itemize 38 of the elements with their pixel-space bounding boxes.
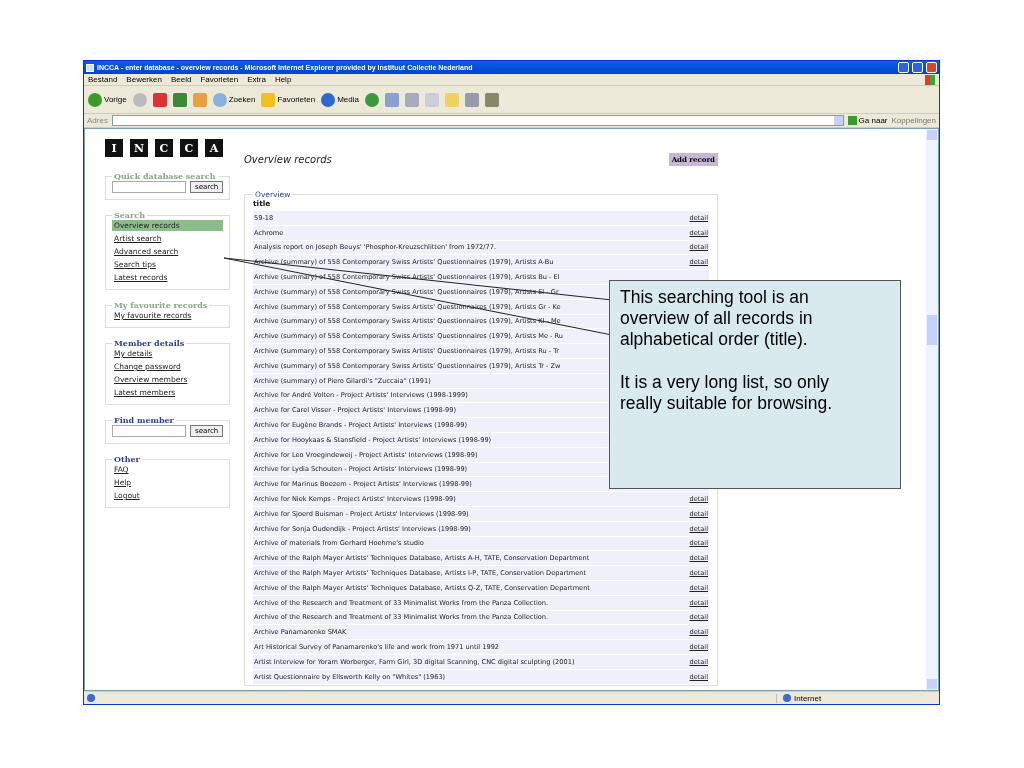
menu-item[interactable]: Beeld xyxy=(170,75,192,84)
page-icon xyxy=(87,694,95,702)
panel-legend: Quick database search xyxy=(112,171,218,181)
windows-flag-icon xyxy=(925,74,935,85)
panel-legend: Find member xyxy=(112,415,176,425)
minimize-button[interactable] xyxy=(898,62,909,73)
callout-text: It is a very long list, so only really suitable for browsing. xyxy=(620,372,834,414)
scrollbar[interactable] xyxy=(926,129,938,690)
panel-legend: My favourite records xyxy=(112,300,210,310)
panel-legend: Other xyxy=(112,454,142,464)
logo-letter: N xyxy=(130,139,148,157)
logo-letter: C xyxy=(155,139,173,157)
logo-letter: I xyxy=(105,139,123,157)
menu-item[interactable]: Bewerken xyxy=(126,75,162,84)
logo-letter: A xyxy=(205,139,223,157)
go-button[interactable]: Ga naar xyxy=(847,116,888,125)
menu-item[interactable]: Favorieten xyxy=(200,75,239,84)
links-button[interactable]: Koppelingen xyxy=(891,116,936,125)
address-field[interactable] xyxy=(111,115,844,126)
address-label: Adres xyxy=(87,116,108,125)
panel-legend: Search xyxy=(112,210,147,220)
menu-item[interactable]: Extra xyxy=(247,75,266,84)
maximize-button[interactable] xyxy=(912,62,923,73)
menu-item[interactable]: Bestand xyxy=(88,75,118,84)
search-button[interactable]: Zoeken xyxy=(212,92,256,107)
menu-item[interactable]: Help xyxy=(274,75,292,84)
search-field[interactable] xyxy=(112,425,186,437)
callout-text: This searching tool is an overview of all records in alphabetical order (title). xyxy=(620,287,814,350)
back-button[interactable]: Vorige xyxy=(88,92,127,107)
close-button[interactable] xyxy=(926,62,937,73)
panel-legend: Member details xyxy=(112,338,187,348)
search-field[interactable] xyxy=(112,181,186,193)
zone-label: Internet xyxy=(776,693,936,703)
logo-letter: C xyxy=(180,139,198,157)
page-icon xyxy=(86,63,94,72)
media-button[interactable]: Media xyxy=(321,92,359,107)
favorites-button[interactable]: Favorieten xyxy=(261,92,316,107)
page-title: Overview records xyxy=(244,154,332,165)
